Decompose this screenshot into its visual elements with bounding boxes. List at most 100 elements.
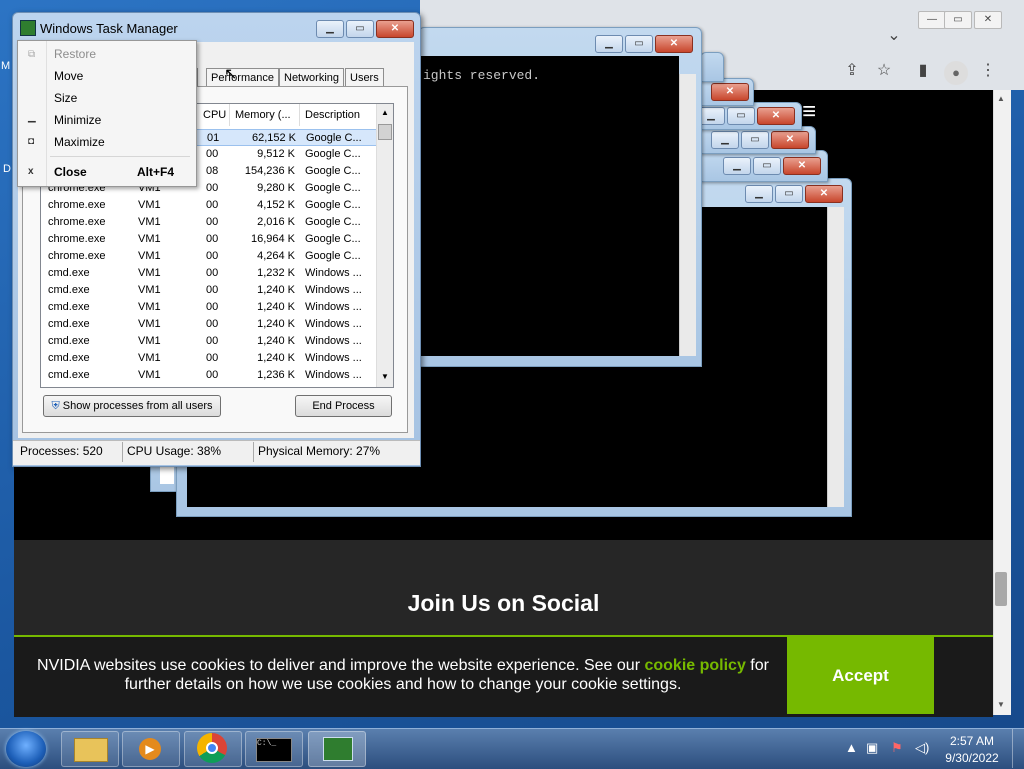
taskbar-chrome[interactable] xyxy=(184,731,242,767)
process-row[interactable]: cmd.exe VM1 00 1,232 K Windows ... xyxy=(41,265,377,282)
accept-cookies-button[interactable]: Accept xyxy=(787,637,934,714)
maximize-icon[interactable]: ▭ xyxy=(625,35,653,53)
show-desktop-button[interactable] xyxy=(1012,729,1024,768)
page-scrollbar[interactable] xyxy=(993,90,1011,715)
process-cell-mem: 1,240 K xyxy=(257,284,295,296)
process-row[interactable]: cmd.exe VM1 00 1,240 K Windows ... xyxy=(41,333,377,350)
task-manager-icon[interactable] xyxy=(20,20,36,36)
minimize-icon[interactable]: ▁ xyxy=(723,157,751,175)
close-icon[interactable]: ✕ xyxy=(655,35,693,53)
console-window[interactable]: ▁ ▭ ✕ ights reserved. xyxy=(418,27,702,367)
tab-performance[interactable]: Performance xyxy=(206,68,279,87)
process-cell-cpu: 00 xyxy=(206,301,219,313)
action-center-icon[interactable]: ⚑ xyxy=(891,740,903,756)
menu-item-minimize[interactable]: Minimize xyxy=(54,113,101,127)
scroll-up-arrow-icon[interactable]: ▲ xyxy=(381,108,389,117)
scroll-down-arrow-icon[interactable]: ▼ xyxy=(997,700,1005,709)
process-cell-cpu: 00 xyxy=(206,369,219,381)
network-icon[interactable]: ▣ xyxy=(866,740,878,756)
maximize-icon[interactable]: ▭ xyxy=(346,20,374,38)
clock-date[interactable]: 9/30/2022 xyxy=(940,751,1004,765)
hamburger-menu-icon[interactable]: ≡ xyxy=(802,98,816,126)
taskbar-explorer[interactable] xyxy=(61,731,119,767)
console-window[interactable]: ▁ ▭ ✕ xyxy=(697,102,802,130)
scroll-up-arrow-icon[interactable]: ▲ xyxy=(997,94,1005,103)
clock-time[interactable]: 2:57 AM xyxy=(940,734,1004,748)
maximize-icon[interactable]: ▭ xyxy=(727,107,755,125)
chrome-menu-icon[interactable]: ⋮ xyxy=(977,61,999,81)
tab-search-chevron-icon[interactable]: ⌄ xyxy=(883,26,905,46)
menu-item-close[interactable]: Close xyxy=(54,165,87,179)
cookie-message: NVIDIA websites use cookies to deliver a… xyxy=(20,656,786,694)
taskbar-cmd[interactable]: C:\_ xyxy=(245,731,303,767)
process-cell-user: VM1 xyxy=(138,216,161,228)
process-cell-desc: Google C... xyxy=(305,199,361,211)
process-cell-name: cmd.exe xyxy=(48,369,90,381)
scroll-down-arrow-icon[interactable]: ▼ xyxy=(381,372,389,381)
column-header-cpu[interactable]: CPU xyxy=(198,104,230,126)
bookmark-star-icon[interactable]: ☆ xyxy=(873,61,895,81)
process-row[interactable]: chrome.exe VM1 00 16,964 K Google C... xyxy=(41,231,377,248)
process-row[interactable]: cmd.exe VM1 00 1,240 K Windows ... xyxy=(41,350,377,367)
chrome-close-button[interactable]: ✕ xyxy=(974,11,1002,29)
maximize-icon[interactable]: ▭ xyxy=(775,185,803,203)
maximize-icon[interactable]: ▭ xyxy=(741,131,769,149)
process-cell-name: cmd.exe xyxy=(48,267,90,279)
console-scrollbar[interactable] xyxy=(827,207,844,507)
menu-item-size[interactable]: Size xyxy=(54,91,77,105)
minimize-icon[interactable]: ▁ xyxy=(595,35,623,53)
close-icon[interactable]: ✕ xyxy=(376,20,414,38)
process-row[interactable]: chrome.exe VM1 00 4,152 K Google C... xyxy=(41,197,377,214)
process-list-scrollbar[interactable]: ▲ ▼ xyxy=(376,104,393,387)
chrome-maximize-button[interactable]: ▭ xyxy=(944,11,972,29)
process-cell-mem: 1,240 K xyxy=(257,301,295,313)
tray-show-hidden-icon[interactable]: ▲ xyxy=(845,740,858,755)
console-scrollbar[interactable] xyxy=(679,74,696,356)
process-cell-cpu: 00 xyxy=(206,318,219,330)
show-all-processes-label: Show processes from all users xyxy=(62,400,213,412)
close-icon[interactable]: ✕ xyxy=(783,157,821,175)
process-row[interactable]: cmd.exe VM1 00 1,240 K Windows ... xyxy=(41,282,377,299)
process-row[interactable]: chrome.exe VM1 00 4,264 K Google C... xyxy=(41,248,377,265)
taskbar-task-manager[interactable] xyxy=(308,731,366,767)
volume-icon[interactable]: ◁) xyxy=(915,740,929,756)
process-row[interactable]: cmd.exe VM1 00 1,240 K Windows ... xyxy=(41,316,377,333)
close-icon[interactable]: ✕ xyxy=(805,185,843,203)
console-window[interactable]: ✕ xyxy=(700,78,754,106)
menu-separator xyxy=(50,156,190,157)
chrome-minimize-button[interactable]: — xyxy=(918,11,946,29)
process-row[interactable]: cmd.exe VM1 00 1,236 K Windows ... xyxy=(41,367,377,384)
process-row[interactable]: cmd.exe VM1 00 1,240 K Windows ... xyxy=(41,299,377,316)
process-cell-desc: Windows ... xyxy=(305,352,362,364)
minimize-icon[interactable]: ▁ xyxy=(745,185,773,203)
profile-avatar-icon[interactable]: ● xyxy=(944,61,968,85)
console-window[interactable]: ▁ ▭ ✕ xyxy=(700,126,816,154)
minimize-icon[interactable]: ▁ xyxy=(316,20,344,38)
process-row[interactable]: chrome.exe VM1 00 2,016 K Google C... xyxy=(41,214,377,231)
close-icon[interactable]: ✕ xyxy=(771,131,809,149)
close-icon[interactable]: ✕ xyxy=(757,107,795,125)
process-cell-desc: Windows ... xyxy=(305,284,362,296)
cookie-policy-link[interactable]: cookie policy xyxy=(644,657,745,674)
tab-networking[interactable]: Networking xyxy=(279,68,345,87)
close-icon[interactable]: ✕ xyxy=(711,83,749,101)
side-panel-icon[interactable]: ▮ xyxy=(912,61,934,81)
show-all-processes-button[interactable]: ⛨ Show processes from all users xyxy=(43,395,221,417)
column-header-description[interactable]: Description xyxy=(300,104,377,126)
start-button[interactable] xyxy=(6,731,46,767)
process-cell-cpu: 00 xyxy=(206,250,219,262)
end-process-button[interactable]: End Process xyxy=(295,395,392,417)
minimize-icon[interactable]: ▁ xyxy=(711,131,739,149)
menu-item-maximize[interactable]: Maximize xyxy=(54,135,105,149)
column-header-memory[interactable]: Memory (... xyxy=(230,104,300,126)
scrollbar-thumb[interactable] xyxy=(378,124,392,140)
tab-users[interactable]: Users xyxy=(345,68,384,87)
menu-item-move[interactable]: Move xyxy=(54,69,83,83)
page-scrollbar-thumb[interactable] xyxy=(995,572,1007,606)
process-cell-name: cmd.exe xyxy=(48,301,90,313)
maximize-icon[interactable]: ▭ xyxy=(753,157,781,175)
process-cell-desc: Google C... xyxy=(305,148,361,160)
share-icon[interactable]: ⇪ xyxy=(841,61,863,81)
taskbar-media-player[interactable]: ▶ xyxy=(122,731,180,767)
console-window[interactable]: ▁ ▭ ✕ xyxy=(700,150,828,182)
